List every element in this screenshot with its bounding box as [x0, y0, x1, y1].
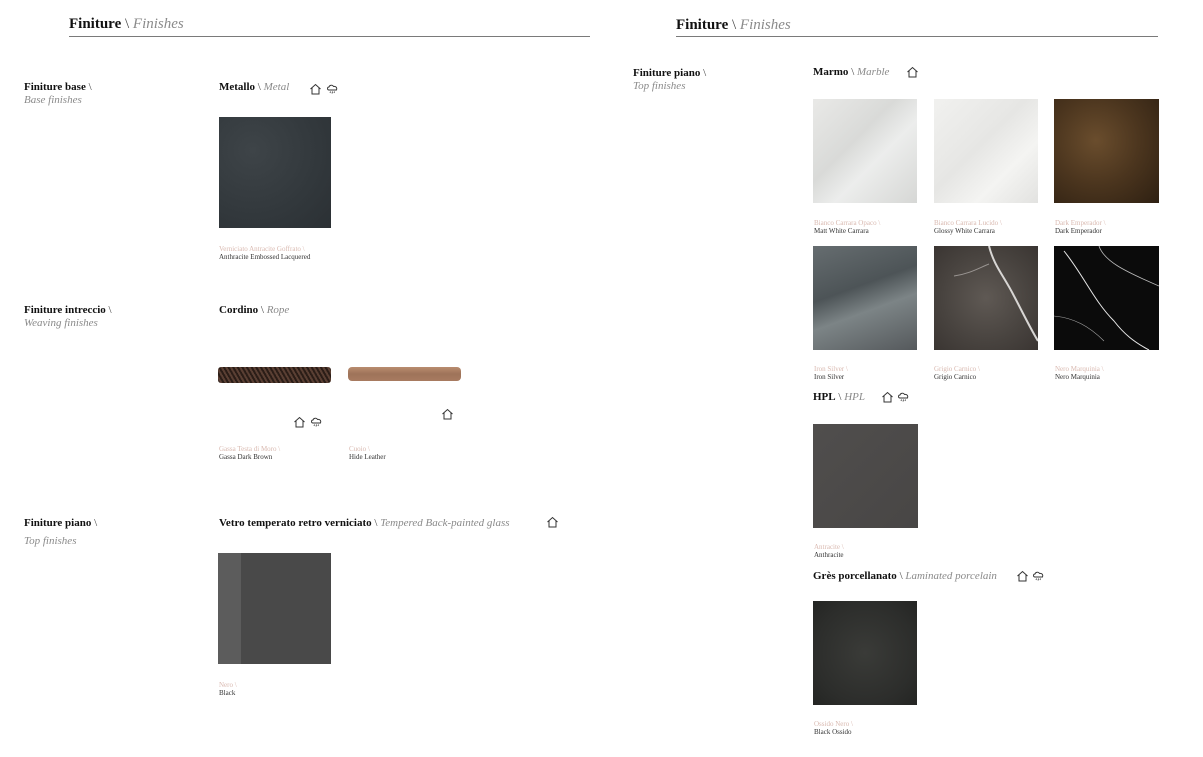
grigio-veins	[953, 245, 1039, 342]
swatch-iron-silver	[813, 246, 917, 350]
caption-iron-silver: Iron Silver \ Iron Silver	[814, 365, 848, 381]
right-title-rule	[676, 36, 1158, 37]
group-title-glass: Vetro temperato retro verniciato \ Tempe…	[219, 517, 510, 529]
nero-veins	[1053, 245, 1160, 351]
group-title-metal: Metallo \ Metal	[219, 81, 290, 93]
swatch-rope-dark-brown	[218, 367, 331, 383]
group-title-gres: Grès porcellanato \ Laminated porcelain	[813, 570, 997, 582]
swatch-rope-hide-leather	[348, 367, 461, 381]
indoor-house-icon	[441, 408, 454, 420]
swatch-anthracite-embossed	[219, 117, 331, 228]
swatch-grigio-carnico	[934, 245, 1039, 350]
caption-anthracite-embossed: Verniciato Antracite Goffrato \ Anthraci…	[219, 245, 311, 261]
section-label-weaving: Finiture intreccio \ Weaving finishes	[24, 304, 112, 329]
outdoor-cloud-rain-icon	[897, 391, 910, 403]
caption-nero-marquinia: Nero Marquinia \ Nero Marquinia	[1055, 365, 1104, 381]
section-label-base: Finiture base \ Base finishes	[24, 81, 92, 106]
indoor-house-icon	[546, 516, 559, 528]
caption-hide-leather: Cuoio \ Hide Leather	[349, 445, 386, 461]
group-title-marble: Marmo \ Marble	[813, 66, 890, 78]
caption-black-ossido: Ossido Nero \ Black Ossido	[814, 720, 853, 736]
indoor-house-icon	[906, 66, 919, 78]
section-label-top: Finiture piano \ Top finishes	[24, 517, 98, 547]
indoor-house-icon	[293, 416, 306, 428]
swatch-glossy-white-carrara	[934, 99, 1038, 203]
section-label-top-right: Finiture piano \ Top finishes	[633, 67, 707, 92]
caption-glossy-white-carrara: Bianco Carrara Lucido \ Glossy White Car…	[934, 219, 1002, 235]
caption-glass-black: Nero \ Black	[219, 681, 237, 697]
caption-grigio-carnico: Grigio Carnico \ Grigio Carnico	[934, 365, 980, 381]
outdoor-cloud-rain-icon	[310, 416, 323, 428]
caption-matt-white-carrara: Bianco Carrara Opaco \ Matt White Carrar…	[814, 219, 881, 235]
caption-gassa-dark-brown: Gassa Testa di Moro \ Gassa Dark Brown	[219, 445, 281, 461]
swatch-matt-white-carrara	[813, 99, 917, 203]
right-page-title: Finiture \ Finishes	[676, 17, 791, 33]
caption-hpl-anthracite: Antracite \ Anthracite	[814, 543, 844, 559]
left-page-title: Finiture \ Finishes	[69, 16, 184, 32]
indoor-house-icon	[881, 391, 894, 403]
caption-dark-emperador: Dark Emperador \ Dark Emperador	[1055, 219, 1106, 235]
group-title-hpl: HPL \ HPL	[813, 391, 865, 403]
swatch-hpl-anthracite	[813, 424, 918, 528]
outdoor-cloud-rain-icon	[326, 83, 339, 95]
indoor-house-icon	[1016, 570, 1029, 582]
swatch-glass-black	[218, 553, 331, 664]
group-title-rope: Cordino \ Rope	[219, 304, 290, 316]
outdoor-cloud-rain-icon	[1032, 570, 1045, 582]
indoor-house-icon	[309, 83, 322, 95]
swatch-nero-marquinia	[1053, 245, 1160, 351]
glass-edge-band	[218, 553, 241, 664]
swatch-black-ossido	[813, 601, 917, 705]
swatch-dark-emperador	[1054, 99, 1159, 203]
left-title-rule	[69, 36, 590, 37]
